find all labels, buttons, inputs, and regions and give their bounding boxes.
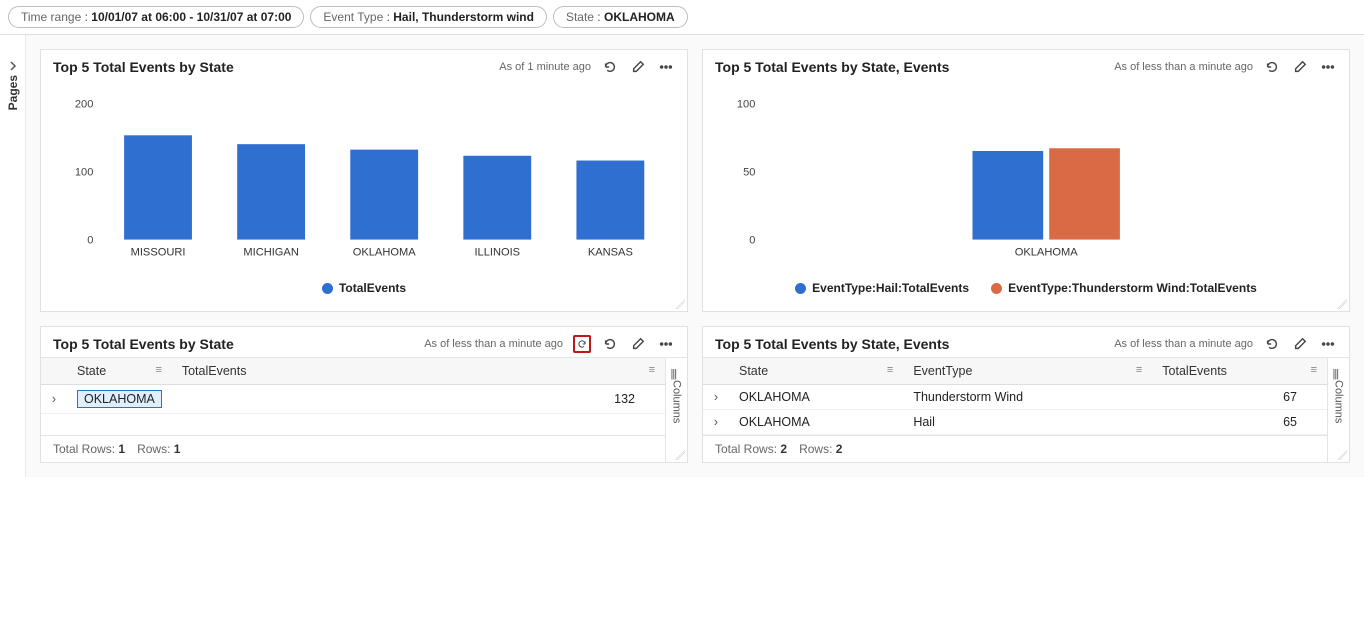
tile-table-state-events: Top 5 Total Events by State, Events As o… xyxy=(702,326,1350,463)
refresh-icon[interactable] xyxy=(1263,335,1281,353)
columns-panel-toggle[interactable]: ||| Columns xyxy=(1327,358,1349,462)
tile-title: Top 5 Total Events by State, Events xyxy=(715,59,949,75)
edit-icon[interactable] xyxy=(629,58,647,76)
column-header-total[interactable]: TotalEvents≡ xyxy=(1152,358,1327,385)
refresh-icon[interactable] xyxy=(1263,58,1281,76)
tile-top5-state: Top 5 Total Events by State As of 1 minu… xyxy=(40,49,688,312)
table-row[interactable]: › OKLAHOMAThunderstorm Wind67 xyxy=(703,385,1327,410)
filter-bar: Time range : 10/01/07 at 06:00 - 10/31/0… xyxy=(0,0,1364,35)
tile-title: Top 5 Total Events by State, Events xyxy=(715,336,949,352)
chevron-right-icon xyxy=(8,60,18,74)
tile-title: Top 5 Total Events by State xyxy=(53,336,234,352)
bar-chart: 0 100 200 MISSOURI MICHIGAN OKLAHOMA ILLINOIS K… xyxy=(51,84,677,274)
pages-label: Pages xyxy=(6,75,20,110)
svg-text:0: 0 xyxy=(749,235,755,247)
column-menu-icon[interactable]: ≡ xyxy=(155,364,161,376)
data-table: State≡ EventType≡ TotalEvents≡ › OKLAHOM… xyxy=(703,358,1327,435)
column-header-total[interactable]: TotalEvents≡ xyxy=(172,358,665,385)
svg-text:OKLAHOMA: OKLAHOMA xyxy=(1015,247,1078,259)
refresh-icon[interactable] xyxy=(601,58,619,76)
tile-timestamp: As of less than a minute ago xyxy=(424,338,563,350)
svg-text:200: 200 xyxy=(75,98,94,110)
column-header-etype[interactable]: EventType≡ xyxy=(903,358,1152,385)
filter-state[interactable]: State : OKLAHOMA xyxy=(553,6,688,28)
tile-timestamp: As of 1 minute ago xyxy=(499,61,591,73)
svg-text:OKLAHOMA: OKLAHOMA xyxy=(353,247,416,259)
expand-icon[interactable]: › xyxy=(41,385,67,414)
more-icon[interactable] xyxy=(1319,335,1337,353)
column-menu-icon[interactable]: ≡ xyxy=(1311,364,1317,376)
expand-icon[interactable]: › xyxy=(703,410,729,435)
resize-handle-icon[interactable] xyxy=(1337,450,1347,460)
table-row[interactable]: › OKLAHOMAHail65 xyxy=(703,410,1327,435)
svg-text:MISSOURI: MISSOURI xyxy=(131,247,186,259)
column-header-state[interactable]: State≡ xyxy=(729,358,903,385)
tile-timestamp: As of less than a minute ago xyxy=(1114,61,1253,73)
edit-icon[interactable] xyxy=(629,335,647,353)
filter-event-type[interactable]: Event Type : Hail, Thunderstorm wind xyxy=(310,6,547,28)
expand-icon[interactable]: › xyxy=(703,385,729,410)
column-menu-icon[interactable]: ≡ xyxy=(1136,364,1142,376)
undo-refresh-icon[interactable] xyxy=(573,335,591,353)
svg-text:100: 100 xyxy=(75,166,94,178)
table-footer: Total Rows: 2 Rows: 2 xyxy=(703,435,1327,462)
more-icon[interactable] xyxy=(657,335,675,353)
more-icon[interactable] xyxy=(1319,58,1337,76)
tile-title: Top 5 Total Events by State xyxy=(53,59,234,75)
columns-panel-toggle[interactable]: ||| Columns xyxy=(665,358,687,462)
edit-icon[interactable] xyxy=(1291,58,1309,76)
svg-text:0: 0 xyxy=(87,235,93,247)
resize-handle-icon[interactable] xyxy=(1337,299,1347,309)
column-menu-icon[interactable]: ≡ xyxy=(649,364,655,376)
chart-legend: EventType:Hail:TotalEventsEventType:Thun… xyxy=(713,277,1339,303)
svg-text:KANSAS: KANSAS xyxy=(588,247,633,259)
svg-text:50: 50 xyxy=(743,166,755,178)
tile-top5-state-events: Top 5 Total Events by State, Events As o… xyxy=(702,49,1350,312)
dashboard-grid: Top 5 Total Events by State As of 1 minu… xyxy=(26,35,1364,477)
filter-time-range[interactable]: Time range : 10/01/07 at 06:00 - 10/31/0… xyxy=(8,6,304,28)
column-header-state[interactable]: State≡ xyxy=(67,358,172,385)
column-menu-icon[interactable]: ≡ xyxy=(887,364,893,376)
resize-handle-icon[interactable] xyxy=(675,299,685,309)
data-table: State≡ TotalEvents≡ › OKLAHOMA 132 xyxy=(41,358,665,414)
resize-handle-icon[interactable] xyxy=(675,450,685,460)
columns-icon: ||| xyxy=(671,368,683,380)
svg-text:100: 100 xyxy=(737,98,756,110)
chart-legend: TotalEvents xyxy=(51,277,677,303)
pages-panel-toggle[interactable]: Pages xyxy=(0,35,26,477)
more-icon[interactable] xyxy=(657,58,675,76)
tile-table-state: Top 5 Total Events by State As of less t… xyxy=(40,326,688,463)
table-row[interactable]: › OKLAHOMA 132 xyxy=(41,385,665,414)
columns-icon: ||| xyxy=(1333,368,1345,380)
refresh-icon[interactable] xyxy=(601,335,619,353)
bar-chart: 0 50 100 OKLAHOMA xyxy=(713,84,1339,274)
table-footer: Total Rows: 1 Rows: 1 xyxy=(41,435,665,462)
tile-timestamp: As of less than a minute ago xyxy=(1114,338,1253,350)
edit-icon[interactable] xyxy=(1291,335,1309,353)
svg-text:ILLINOIS: ILLINOIS xyxy=(474,247,520,259)
svg-text:MICHIGAN: MICHIGAN xyxy=(243,247,298,259)
